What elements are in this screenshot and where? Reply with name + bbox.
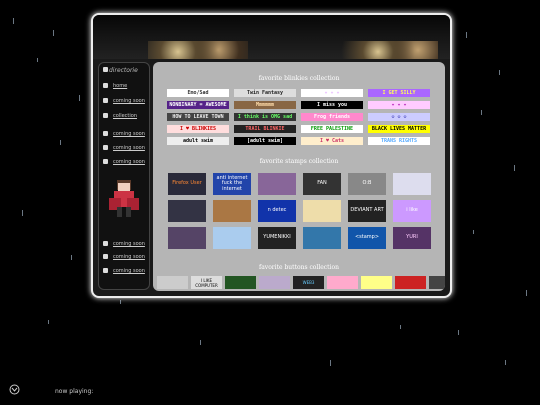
- sidebar-item-coming-soon[interactable]: coming soon: [113, 268, 145, 274]
- blinkie-image: I ♥ Cats: [301, 137, 363, 145]
- web-button-image: [395, 276, 426, 289]
- sidebar-item-coming-soon[interactable]: coming soon: [113, 98, 145, 104]
- blinkie-image: adult swim: [167, 137, 229, 145]
- sidebar-item-coming-soon[interactable]: coming soon: [113, 159, 145, 165]
- page: { "sidebar": { "title": "directorie", "i…: [0, 0, 540, 405]
- sidebar-item-coming-soon[interactable]: coming soon: [113, 254, 145, 260]
- city-lights-image: [338, 41, 438, 59]
- stamp-image: i like: [393, 200, 431, 222]
- blinkie-image: ✦ ✦ ✦: [368, 101, 430, 109]
- blinkie-image: NONBINARY = AWESOME: [167, 101, 229, 109]
- web-button-image: [429, 276, 445, 289]
- music-note-icon[interactable]: [9, 384, 20, 395]
- now-playing-label: now playing:: [55, 388, 94, 395]
- stamp-image: [393, 173, 431, 195]
- sidebar-nav: directorie home coming soon collection c…: [98, 62, 150, 290]
- sidebar-title: directorie: [109, 67, 138, 74]
- blinkie-image: BLACK LIVES MATTER: [368, 125, 430, 133]
- stamp-image: [258, 173, 296, 195]
- blinkie-image: I ♥ BLINKIES: [167, 125, 229, 133]
- content-frame: directorie home coming soon collection c…: [91, 13, 452, 298]
- sidebar-item-collection[interactable]: collection: [113, 113, 137, 119]
- blinkie-image: Emo/Sad: [167, 89, 229, 97]
- stamps-section-title: favorite stamps collection: [259, 158, 339, 165]
- blinkie-image: I miss you: [301, 101, 363, 109]
- stamp-image: FAN: [303, 173, 341, 195]
- bullet-icon: [103, 98, 108, 103]
- blinkie-image: [adult swim]: [234, 137, 296, 145]
- blinkie-image: Mmmmmm: [234, 101, 296, 109]
- sidebar-item-home[interactable]: home: [113, 83, 127, 89]
- stamp-image: <stamp>: [348, 227, 386, 249]
- web-button-image: [225, 276, 256, 289]
- collection-panel: favorite blinkies collection Emo/Sad Twin…: [153, 62, 445, 291]
- stamp-image: Firefox User: [168, 173, 206, 195]
- stamp-image: [168, 227, 206, 249]
- bullet-icon: [103, 113, 108, 118]
- stamp-image: YURI: [393, 227, 431, 249]
- header-banner: [93, 15, 450, 59]
- blinkie-image: I GET SILLY: [368, 89, 430, 97]
- blinkie-image: Frog friends: [301, 113, 363, 121]
- blinkie-image: HOW TO LEAVE TOWN: [167, 113, 229, 121]
- bullet-icon: [103, 254, 108, 259]
- bullet-icon: [103, 145, 108, 150]
- bullet-icon: [103, 241, 108, 246]
- blinkie-image: TRAIL BLINKIE: [234, 125, 296, 133]
- stamp-image: O:B: [348, 173, 386, 195]
- stamp-image: [303, 227, 341, 249]
- blinkie-image: Twin Fantasy: [234, 89, 296, 97]
- stamp-image: DEVIANT ART: [348, 200, 386, 222]
- stamp-image: [303, 200, 341, 222]
- blinkie-image: ✿ ✿ ✿: [368, 113, 430, 121]
- blinkie-image: ✧ ✧ ✧: [301, 89, 363, 97]
- sidebar-item-coming-soon[interactable]: coming soon: [113, 145, 145, 151]
- bullet-icon: [103, 67, 108, 72]
- stamp-image: YUMENIKKI: [258, 227, 296, 249]
- bullet-icon: [103, 159, 108, 164]
- sidebar-item-coming-soon[interactable]: coming soon: [113, 241, 145, 247]
- web-button-image: WEB3: [293, 276, 324, 289]
- blinkie-image: TRANS RIGHTS: [368, 137, 430, 145]
- blinkies-section-title: favorite blinkies collection: [258, 75, 340, 82]
- web-button-image: [327, 276, 358, 289]
- stamp-image: [213, 200, 251, 222]
- bullet-icon: [103, 131, 108, 136]
- character-sprite-image: [109, 180, 139, 217]
- bullet-icon: [103, 268, 108, 273]
- blinkie-image: FREE PALESTINE: [301, 125, 363, 133]
- buttons-section-title: favorite buttons collection: [259, 264, 339, 271]
- web-button-image: [361, 276, 392, 289]
- stamp-image: [213, 227, 251, 249]
- stamp-image: anti internet fuck the internet: [213, 173, 251, 195]
- web-button-image: I LIKE COMPUTER: [191, 276, 222, 289]
- sidebar-item-coming-soon[interactable]: coming soon: [113, 131, 145, 137]
- blinkie-image: I think is OMG sad: [234, 113, 296, 121]
- web-button-image: [259, 276, 290, 289]
- bullet-icon: [103, 83, 108, 88]
- web-button-image: [157, 276, 188, 289]
- stamp-image: n detec: [258, 200, 296, 222]
- city-lights-image: [148, 41, 248, 59]
- stamp-image: [168, 200, 206, 222]
